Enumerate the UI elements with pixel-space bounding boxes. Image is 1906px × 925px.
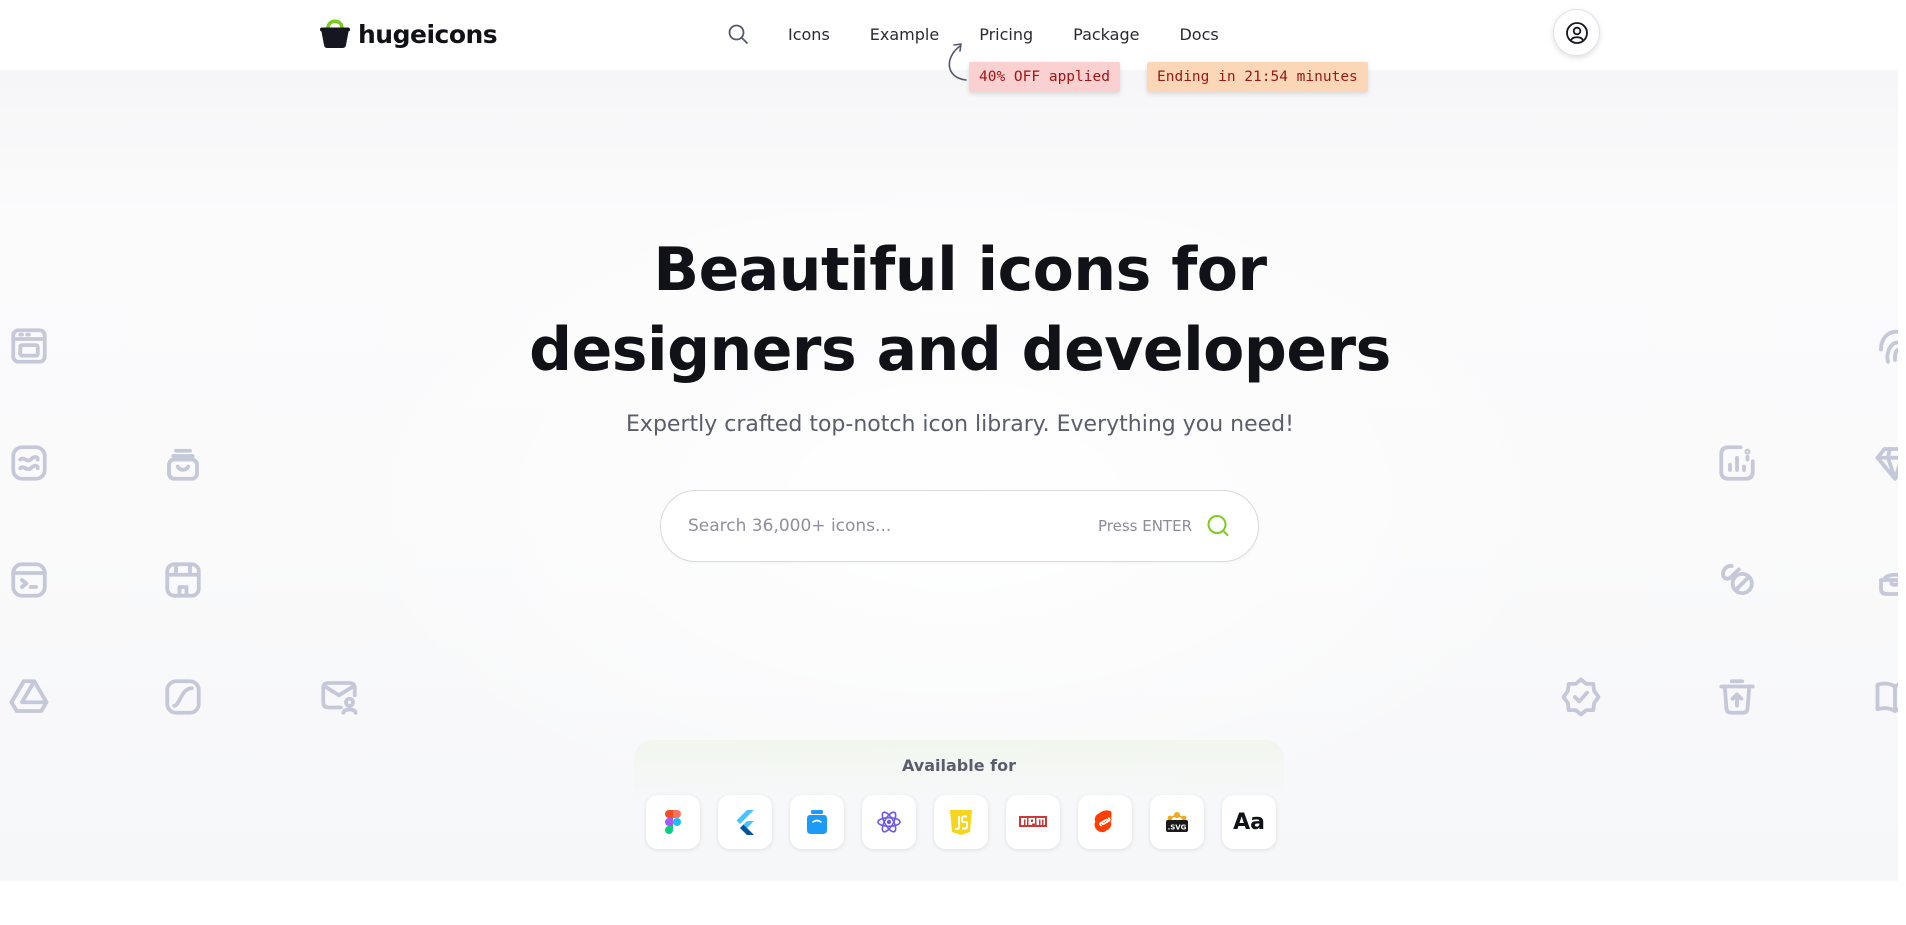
hero-title-line-2: designers and developers xyxy=(529,315,1391,385)
nav-item-pricing[interactable]: Pricing xyxy=(979,25,1033,44)
available-for-title: Available for xyxy=(901,756,1016,775)
iconjar-icon xyxy=(807,810,827,834)
terminal-icon xyxy=(8,559,50,601)
hero-title-line-1: Beautiful icons for xyxy=(653,235,1267,305)
svelte-icon xyxy=(1094,810,1112,833)
main-nav: Icons Example Pricing Package Docs xyxy=(726,22,1259,46)
mail-user-icon xyxy=(318,676,360,718)
nav-item-icons[interactable]: Icons xyxy=(788,25,830,44)
flutter-icon xyxy=(736,810,754,835)
figma-icon xyxy=(665,810,681,834)
platform-iconjar[interactable] xyxy=(790,795,844,849)
promo-timer-badge: Ending in 21:54 minutes xyxy=(1147,62,1368,92)
platform-javascript[interactable] xyxy=(934,795,988,849)
brand-logo[interactable]: hugeicons xyxy=(318,16,498,52)
platform-svg[interactable]: .SVG xyxy=(1150,795,1204,849)
pill-off-icon xyxy=(1716,559,1758,601)
platform-font[interactable]: Aa xyxy=(1222,795,1276,849)
trash-restore-icon xyxy=(1716,676,1758,718)
user-circle-icon xyxy=(1565,21,1588,44)
scrollbar[interactable] xyxy=(1898,0,1906,925)
hero-subtitle: Expertly crafted top-notch icon library.… xyxy=(626,412,1294,437)
discount-badge: 40% OFF applied xyxy=(969,62,1120,92)
drive-icon xyxy=(8,676,50,718)
available-for-panel: Available for .SVG Aa xyxy=(634,740,1284,881)
search-input[interactable] xyxy=(661,491,1098,561)
search-hint: Press ENTER xyxy=(1097,517,1192,535)
react-icon xyxy=(877,811,901,833)
font-icon: Aa xyxy=(1233,809,1265,835)
basket-logo-icon xyxy=(320,19,350,48)
js-icon xyxy=(950,810,972,835)
search-icon[interactable] xyxy=(1204,512,1232,540)
store-icon xyxy=(162,559,204,601)
curved-arrow-icon xyxy=(948,43,967,81)
shopping-basket-icon xyxy=(162,442,204,484)
curve-chart-icon xyxy=(162,676,204,718)
platform-figma[interactable] xyxy=(646,795,700,849)
platform-svelte[interactable] xyxy=(1078,795,1132,849)
platform-list: .SVG Aa xyxy=(646,795,1294,849)
npm-icon xyxy=(1019,816,1047,827)
icon-search-bar: Press ENTER xyxy=(660,490,1259,562)
svg-text:.SVG: .SVG xyxy=(1168,824,1187,832)
oven-icon xyxy=(8,325,50,367)
badge-check-icon xyxy=(1560,676,1602,718)
account-button[interactable] xyxy=(1553,9,1600,56)
page-bottom xyxy=(0,881,1906,925)
nav-item-package[interactable]: Package xyxy=(1073,25,1139,44)
brand-name: hugeicons xyxy=(358,19,498,49)
search-icon[interactable] xyxy=(726,22,750,46)
waves-icon xyxy=(8,442,50,484)
nav-item-docs[interactable]: Docs xyxy=(1179,25,1218,44)
chart-info-icon xyxy=(1716,442,1758,484)
platform-flutter[interactable] xyxy=(718,795,772,849)
platform-react[interactable] xyxy=(862,795,916,849)
nav-item-example[interactable]: Example xyxy=(870,25,939,44)
platform-npm[interactable] xyxy=(1006,795,1060,849)
svg-icon: .SVG xyxy=(1166,812,1188,832)
